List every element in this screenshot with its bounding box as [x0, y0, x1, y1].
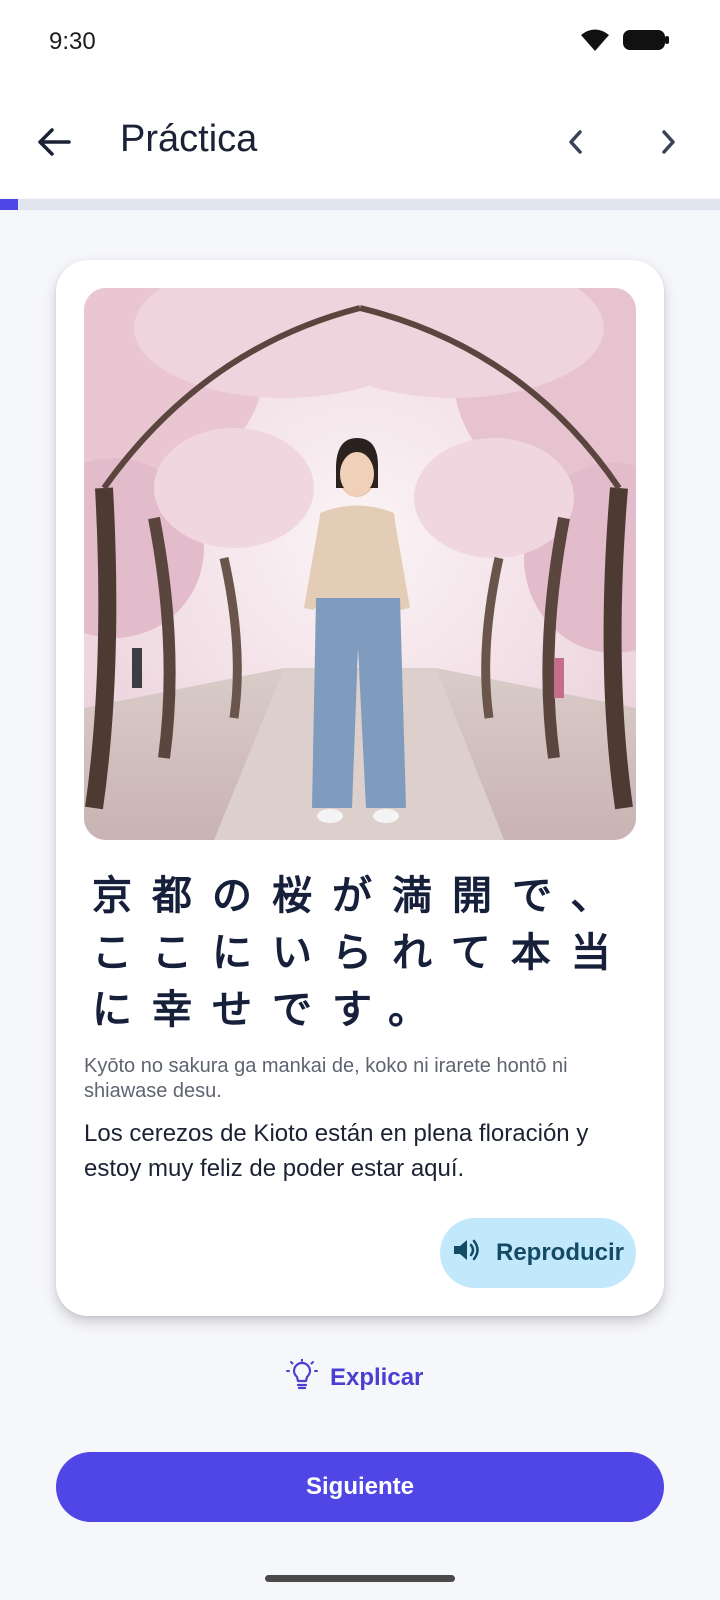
- battery-icon: [622, 28, 670, 57]
- explain-label: Explicar: [330, 1364, 424, 1391]
- status-bar: 9:30: [0, 0, 720, 90]
- progress-bar: [0, 199, 720, 210]
- phrase-card: 京都の桜が満開で、ここにいられて本当に幸せです。 Kyōto no sakura…: [56, 260, 664, 1316]
- lightbulb-icon: [286, 1357, 318, 1398]
- page-title: Práctica: [120, 118, 258, 160]
- romaji-text: Kyōto no sakura ga mankai de, koko ni ir…: [84, 1055, 568, 1102]
- next-arrow-button[interactable]: [644, 120, 692, 168]
- status-time: 9:30: [49, 28, 96, 55]
- translation-text: Los cerezos de Kioto están en plena flor…: [84, 1120, 589, 1182]
- arrow-left-icon: [37, 127, 71, 162]
- play-audio-button[interactable]: Reproducir: [440, 1218, 636, 1288]
- status-icons: [580, 28, 670, 57]
- play-label: Reproducir: [495, 1239, 624, 1266]
- previous-button[interactable]: [552, 120, 600, 168]
- wifi-icon: [580, 28, 610, 57]
- phrase-image: [84, 288, 636, 840]
- next-button[interactable]: Siguiente: [56, 1452, 664, 1522]
- app-bar: Práctica: [0, 90, 720, 198]
- next-button-label: Siguiente: [305, 1473, 414, 1500]
- chevron-left-icon: [566, 129, 586, 160]
- speaker-icon: [452, 1237, 480, 1270]
- japanese-phrase: 京都の桜が満開で、ここにいられて本当に幸せです。: [92, 873, 631, 1033]
- back-button[interactable]: [30, 120, 78, 168]
- home-indicator[interactable]: [265, 1575, 455, 1582]
- chevron-right-icon: [658, 129, 678, 160]
- progress-fill: [0, 199, 18, 210]
- explain-button[interactable]: Explicar: [286, 1356, 423, 1400]
